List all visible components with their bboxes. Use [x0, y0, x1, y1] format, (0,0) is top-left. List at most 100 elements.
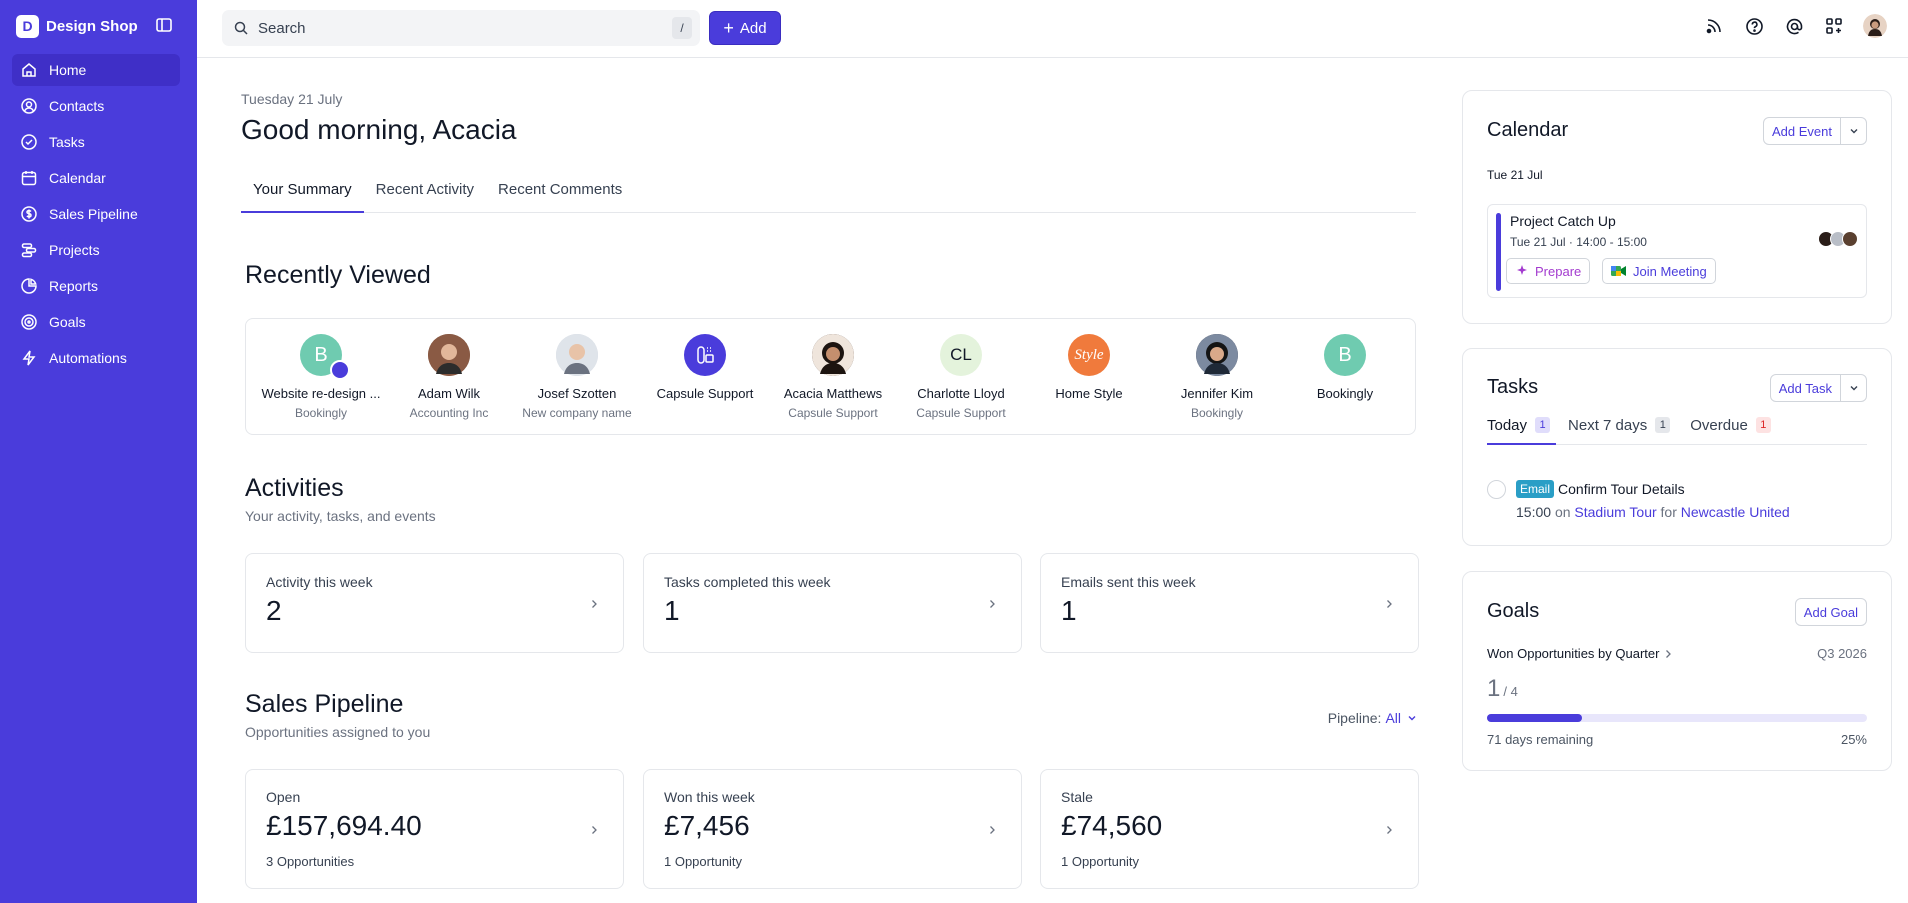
- add-goal-button[interactable]: Add Goal: [1794, 598, 1867, 626]
- count-badge: 1: [1655, 417, 1671, 433]
- add-event-dropdown[interactable]: [1840, 118, 1866, 144]
- recent-item-sub: Bookingly: [294, 406, 348, 420]
- summary-tabs: Your Summary Recent Activity Recent Comm…: [241, 180, 1416, 213]
- task-for-word: for: [1660, 504, 1677, 520]
- mention-icon[interactable]: [1783, 15, 1805, 37]
- emails-sent-card[interactable]: Emails sent this week 1: [1040, 553, 1419, 653]
- recent-item[interactable]: Jennifer Kim Bookingly: [1153, 334, 1281, 420]
- task-org-link[interactable]: Newcastle United: [1681, 504, 1790, 520]
- calendar-day: Tue 21 Jul: [1487, 168, 1543, 182]
- recent-item[interactable]: Style Home Style: [1025, 334, 1153, 406]
- pipeline-filter-value: All: [1385, 710, 1401, 726]
- recently-viewed-title: Recently Viewed: [245, 261, 431, 289]
- avatar-initial: B: [1338, 343, 1352, 366]
- sidebar-item-goals[interactable]: Goals: [12, 306, 180, 338]
- recent-item[interactable]: B Bookingly: [1281, 334, 1409, 406]
- task-tabs: Today 1 Next 7 days 1 Overdue 1: [1487, 417, 1867, 445]
- recent-item-name: Bookingly: [1316, 386, 1374, 401]
- chevron-right-icon: [592, 600, 597, 608]
- add-button-label: Add: [739, 19, 767, 37]
- task-item[interactable]: Email Confirm Tour Details: [1516, 480, 1685, 498]
- tasks-title: Tasks: [1487, 376, 1539, 398]
- avatar: [556, 334, 598, 376]
- tab-recent-activity[interactable]: Recent Activity: [364, 180, 486, 213]
- tab-label: Today: [1487, 417, 1528, 434]
- greeting-title: Good morning, Acacia: [241, 114, 517, 145]
- activity-week-card[interactable]: Activity this week 2: [245, 553, 624, 653]
- event-card[interactable]: Project Catch Up Tue 21 Jul · 14:00 - 15…: [1487, 204, 1867, 298]
- search-input[interactable]: [258, 19, 658, 37]
- sidebar-item-label: Reports: [49, 278, 99, 294]
- user-avatar[interactable]: [1863, 14, 1887, 38]
- recent-item[interactable]: CL Charlotte Lloyd Capsule Support: [897, 334, 1025, 420]
- join-meeting-button[interactable]: Join Meeting: [1602, 258, 1716, 284]
- pipeline-stale-card[interactable]: Stale £74,560 1 Opportunity: [1040, 769, 1419, 889]
- recent-item[interactable]: Capsule Support: [641, 334, 769, 406]
- sidebar-item-tasks[interactable]: Tasks: [12, 126, 180, 158]
- sidebar-item-projects[interactable]: Projects: [12, 234, 180, 266]
- recent-item[interactable]: Adam Wilk Accounting Inc: [385, 334, 513, 420]
- sidebar-item-home[interactable]: Home: [12, 54, 180, 86]
- tab-next-7-days[interactable]: Next 7 days 1: [1568, 417, 1671, 445]
- count-badge: 1: [1535, 417, 1551, 433]
- contact-icon: [21, 98, 37, 114]
- add-task-dropdown[interactable]: [1840, 375, 1866, 401]
- pipeline-open-card[interactable]: Open £157,694.40 3 Opportunities: [245, 769, 624, 889]
- recent-item[interactable]: Acacia Matthews Capsule Support: [769, 334, 897, 420]
- avatar: [812, 334, 854, 376]
- recent-item[interactable]: Josef Szotten New company name: [513, 334, 641, 420]
- activities-subtitle: Your activity, tasks, and events: [245, 508, 436, 524]
- task-complete-checkbox[interactable]: [1487, 480, 1506, 499]
- apps-grid-icon[interactable]: [1823, 15, 1845, 37]
- brand[interactable]: D Design Shop: [16, 14, 138, 38]
- tasks-completed-card[interactable]: Tasks completed this week 1: [643, 553, 1022, 653]
- sales-pipeline-title: Sales Pipeline: [245, 690, 404, 718]
- chevron-right-icon: [990, 600, 995, 608]
- add-button[interactable]: + Add: [709, 11, 781, 45]
- topbar: / + Add: [197, 0, 1908, 58]
- target-icon: [21, 314, 37, 330]
- add-task-button[interactable]: Add Task: [1771, 375, 1840, 401]
- recent-item-sub: Accounting Inc: [409, 406, 489, 420]
- pipeline-filter[interactable]: Pipeline: All: [1328, 710, 1417, 726]
- sidebar-toggle-icon[interactable]: [155, 16, 173, 34]
- task-time: 15:00: [1516, 504, 1552, 520]
- search-icon: [234, 21, 248, 35]
- goal-name-link[interactable]: Won Opportunities by Quarter: [1487, 646, 1673, 661]
- feed-icon[interactable]: [1703, 15, 1725, 37]
- task-type-badge: Email: [1516, 480, 1555, 498]
- stat-value: 2: [266, 595, 282, 626]
- recent-item[interactable]: B Website re-design ... Bookingly: [257, 334, 385, 420]
- sidebar-item-calendar[interactable]: Calendar: [12, 162, 180, 194]
- chevron-right-icon: [1666, 649, 1672, 658]
- avatar: B: [300, 334, 350, 380]
- pipeline-won-card[interactable]: Won this week £7,456 1 Opportunity: [643, 769, 1022, 889]
- avatar: [1196, 334, 1238, 376]
- recent-item-sub: Capsule Support: [916, 406, 1006, 420]
- event-title: Project Catch Up: [1510, 213, 1616, 229]
- task-project-link[interactable]: Stadium Tour: [1574, 504, 1656, 520]
- sidebar-item-contacts[interactable]: Contacts: [12, 90, 180, 122]
- prepare-label: Prepare: [1535, 263, 1582, 279]
- help-icon[interactable]: [1743, 15, 1765, 37]
- tab-overdue[interactable]: Overdue 1: [1690, 417, 1771, 445]
- prepare-button[interactable]: Prepare: [1506, 258, 1591, 284]
- goals-title: Goals: [1487, 600, 1540, 622]
- calendar-panel: Calendar Add Event Tue 21 Jul Project Ca…: [1462, 90, 1892, 324]
- sidebar-item-automations[interactable]: Automations: [12, 342, 180, 374]
- add-event-split-button: Add Event: [1763, 117, 1867, 145]
- stat-sub: 1 Opportunity: [664, 854, 743, 869]
- search-box[interactable]: /: [222, 10, 700, 46]
- tab-your-summary[interactable]: Your Summary: [241, 180, 364, 213]
- goal-name: Won Opportunities by Quarter: [1487, 646, 1660, 661]
- attendee-avatars: [1818, 231, 1858, 247]
- tab-recent-comments[interactable]: Recent Comments: [486, 180, 634, 213]
- recent-item-name: Website re-design ...: [261, 386, 381, 401]
- sidebar-item-sales-pipeline[interactable]: Sales Pipeline: [12, 198, 180, 230]
- recent-item-name: Capsule Support: [656, 386, 754, 401]
- stat-sub: 3 Opportunities: [266, 854, 355, 869]
- sidebar-item-reports[interactable]: Reports: [12, 270, 180, 302]
- pie-chart-icon: [21, 278, 37, 294]
- add-event-button[interactable]: Add Event: [1764, 118, 1840, 144]
- tab-today[interactable]: Today 1: [1487, 417, 1557, 445]
